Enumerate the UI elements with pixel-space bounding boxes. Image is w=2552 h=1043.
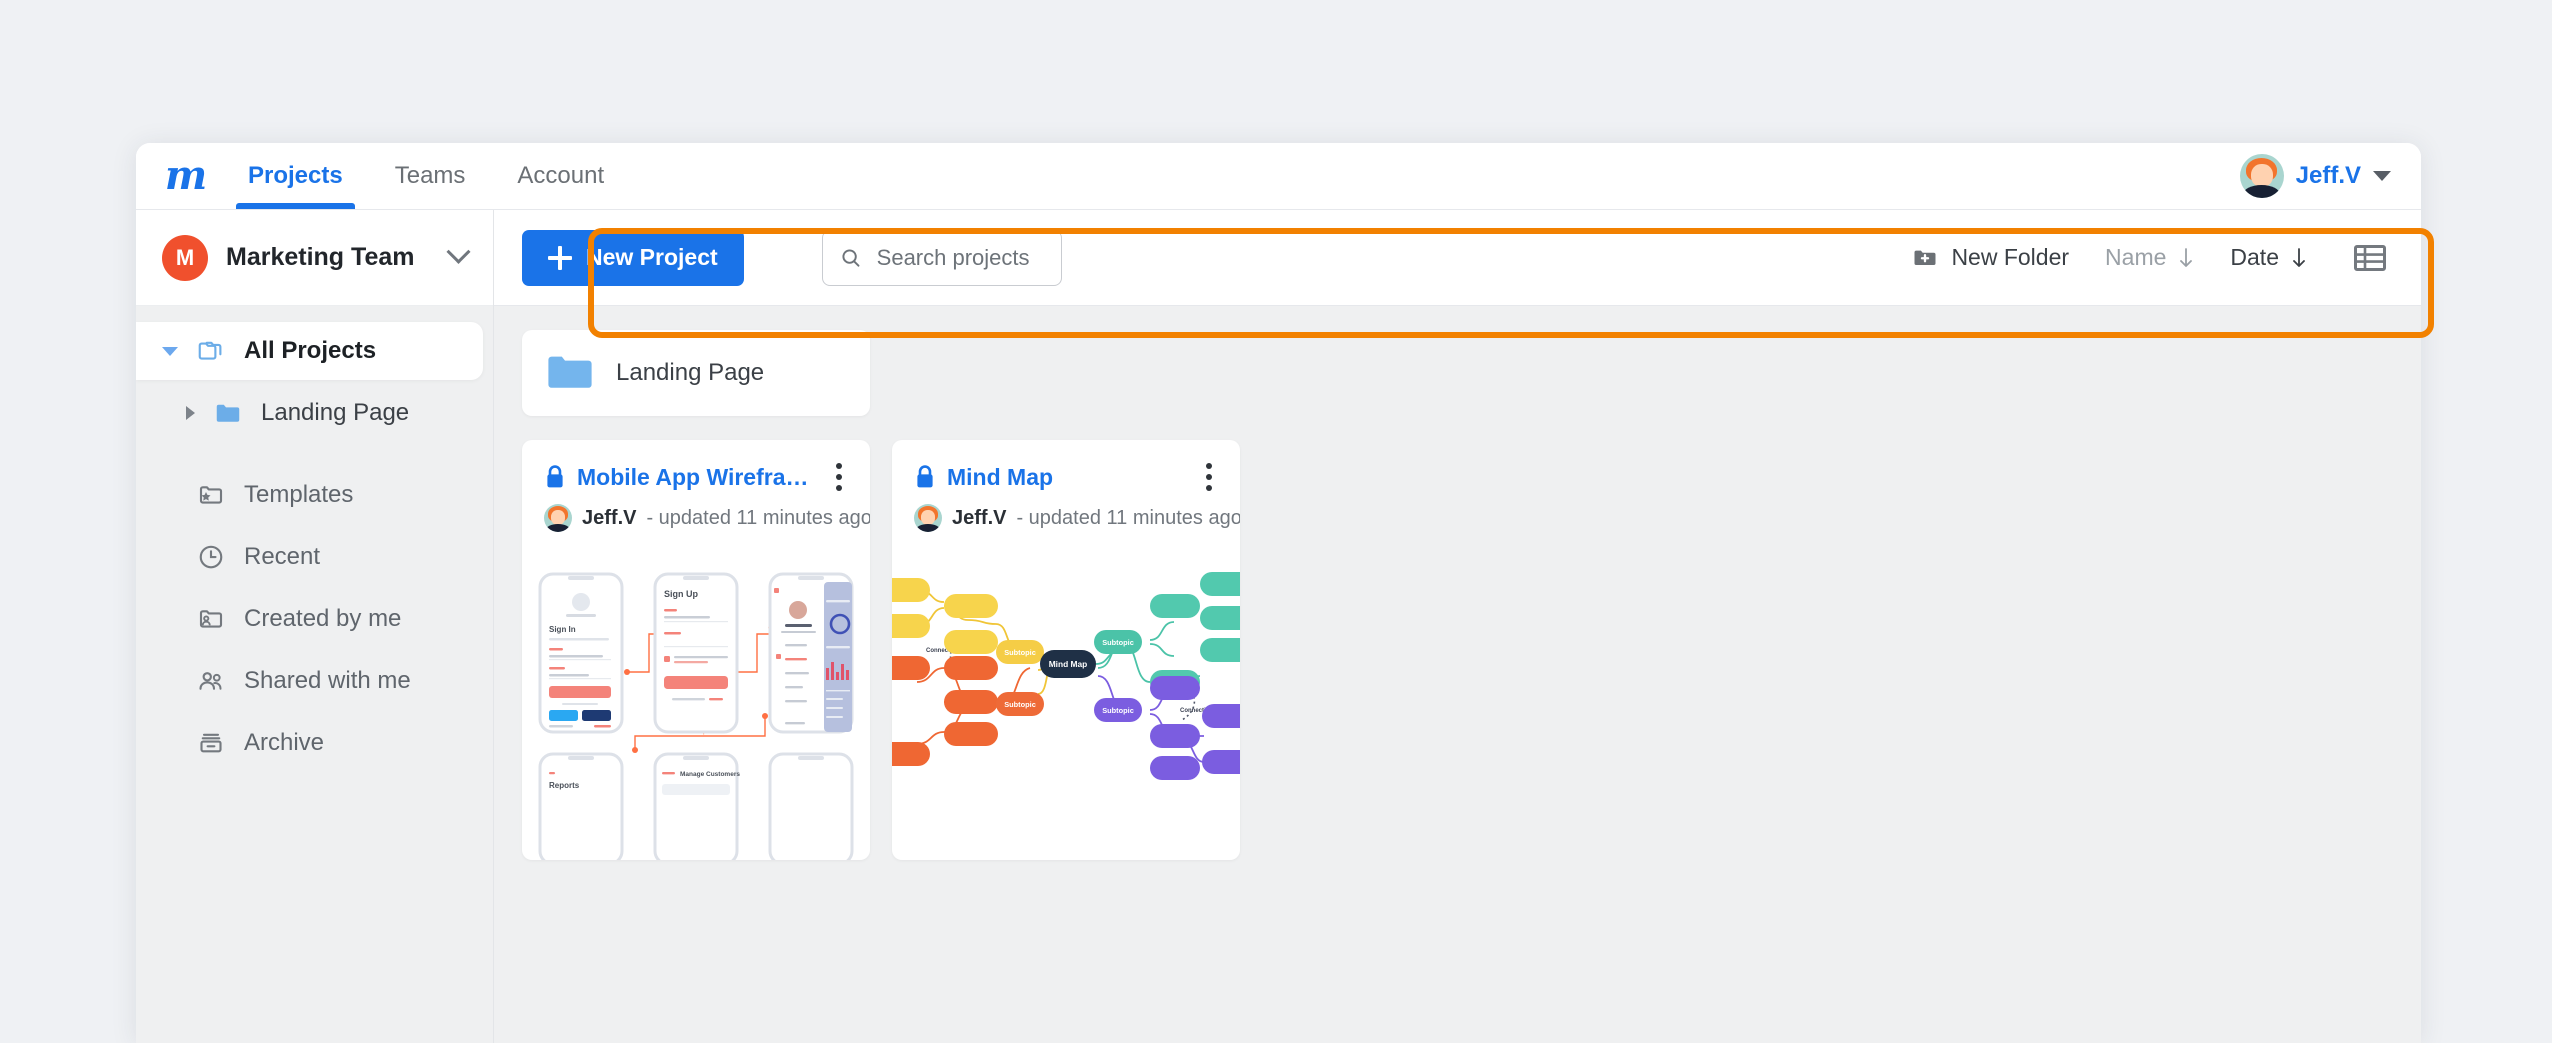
folders-icon [196,336,226,366]
card-header: Mobile App Wireframe [522,440,870,492]
tab-teams[interactable]: Teams [369,143,492,209]
project-title[interactable]: Mind Map [947,464,1053,491]
mobile-app-wireframe-thumbnail: Create Account Continue Reports Sign In [522,564,870,860]
project-author: Jeff.V [582,507,636,530]
folder-icon [546,353,594,393]
avatar [914,504,942,532]
new-folder-label: New Folder [1951,244,2069,271]
tab-account[interactable]: Account [491,143,630,209]
project-card-mind-map[interactable]: Mind Map Jeff.V - updated 11 minutes ago [892,440,1240,860]
sort-date-label: Date [2230,244,2279,271]
svg-text:Subtopic: Subtopic [1004,648,1036,657]
sidebar: M Marketing Team All Projects [136,210,494,1043]
sidebar-item-landing-page[interactable]: Landing Page [136,384,483,442]
table-view-icon [2353,243,2387,273]
team-name: Marketing Team [226,243,432,272]
arrow-down-icon [2291,246,2307,270]
project-updated: - updated 11 minutes ago [1016,507,1240,530]
sidebar-item-archive[interactable]: Archive [136,714,483,772]
sidebar-item-label: Created by me [244,605,401,633]
app-logo[interactable]: m [136,143,222,209]
sidebar-item-templates[interactable]: Templates [136,466,483,524]
folder-plus-icon [1911,244,1939,272]
folder-row: Landing Page [522,330,2421,416]
tab-projects[interactable]: Projects [222,143,369,209]
new-folder-button[interactable]: New Folder [1893,244,2087,272]
projects-toolbar: New Project New Folder [494,210,2421,306]
kebab-menu-icon[interactable] [1196,462,1222,492]
tab-teams-label: Teams [395,162,466,190]
sidebar-nav-list: All Projects Landing Page T [136,306,493,776]
lock-icon [544,464,566,490]
new-project-label: New Project [586,244,718,271]
sidebar-item-all-projects[interactable]: All Projects [136,322,483,380]
content-area: New Project New Folder [494,210,2421,1043]
project-updated: - updated 11 minutes ago [646,507,870,530]
sidebar-item-label: Recent [244,543,320,571]
kebab-menu-icon[interactable] [826,462,852,492]
caret-right-icon[interactable] [186,406,195,420]
toolbar-actions: New Folder Name Date [1893,243,2391,273]
arrow-down-icon [2178,246,2194,270]
projects-grid: Landing Page Mobile App Wireframe [494,306,2421,1043]
svg-text:Subtopic: Subtopic [1102,706,1134,715]
sidebar-item-recent[interactable]: Recent [136,528,483,586]
clock-icon [196,542,226,572]
sidebar-item-label: Landing Page [261,399,409,427]
tab-projects-label: Projects [248,162,343,190]
chevron-down-icon [2373,171,2391,181]
sort-by-date-button[interactable]: Date [2212,244,2325,271]
avatar [544,504,572,532]
team-switcher[interactable]: M Marketing Team [136,210,493,306]
svg-text:Manage Customers: Manage Customers [680,771,740,778]
project-author: Jeff.V [952,507,1006,530]
folder-icon [213,398,243,428]
svg-text:Subtopic: Subtopic [1004,700,1036,709]
plus-icon [548,246,572,270]
star-folder-icon [196,480,226,510]
svg-text:Mind Map: Mind Map [1049,659,1088,669]
sidebar-item-label: All Projects [244,337,376,365]
project-row: Mobile App Wireframe Jeff.V - updated 11… [522,440,2421,860]
archive-icon [196,728,226,758]
sidebar-item-shared-with-me[interactable]: Shared with me [136,652,483,710]
sidebar-item-label: Templates [244,481,353,509]
new-project-button[interactable]: New Project [522,230,744,286]
svg-text:Subtopic: Subtopic [1102,638,1134,647]
folder-card-landing-page[interactable]: Landing Page [522,330,870,416]
sidebar-item-label: Shared with me [244,667,411,695]
search-box[interactable] [822,230,1062,286]
project-title[interactable]: Mobile App Wireframe [577,464,815,491]
svg-text:Sign Up: Sign Up [664,589,698,599]
card-meta: Jeff.V - updated 11 minutes ago [522,492,870,532]
svg-text:Sign In: Sign In [549,625,576,634]
sidebar-item-label: Archive [244,729,324,757]
search-icon [839,246,863,270]
tab-account-label: Account [517,162,604,190]
user-menu[interactable]: Jeff.V [2240,143,2391,209]
sort-by-name-button[interactable]: Name [2087,244,2212,271]
top-navigation-bar: m Projects Teams Account Jeff.V [136,143,2421,210]
card-meta: Jeff.V - updated 11 minutes ago [892,492,1240,532]
team-avatar: M [162,235,208,281]
people-icon [196,666,226,696]
view-toggle-button[interactable] [2325,243,2391,273]
folder-name: Landing Page [616,359,764,387]
lock-icon [914,464,936,490]
avatar [2240,154,2284,198]
svg-text:Reports: Reports [549,781,580,790]
person-folder-icon [196,604,226,634]
sidebar-item-created-by-me[interactable]: Created by me [136,590,483,648]
project-card-mobile-app-wireframe[interactable]: Mobile App Wireframe Jeff.V - updated 11… [522,440,870,860]
caret-down-icon[interactable] [162,347,178,356]
user-name: Jeff.V [2296,162,2361,190]
sort-name-label: Name [2105,244,2166,271]
chevron-down-icon [446,240,470,264]
card-header: Mind Map [892,440,1240,492]
search-input[interactable] [877,245,1045,271]
app-window: m Projects Teams Account Jeff.V M Market… [136,143,2421,1043]
mind-map-thumbnail: Connection Connection S [892,564,1240,860]
